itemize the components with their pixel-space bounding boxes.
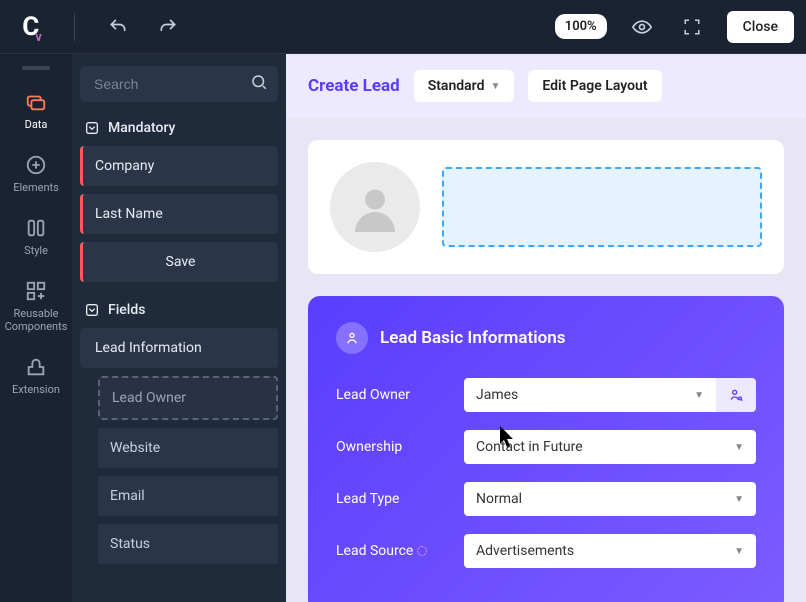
layout-select-value: Standard: [428, 78, 485, 94]
search-icon: [250, 73, 268, 95]
style-icon: [24, 216, 48, 240]
lead-basic-section: Lead Basic Informations Lead Owner James…: [308, 296, 784, 602]
input-lead-owner[interactable]: James ▼: [464, 378, 716, 412]
edit-layout-label: Edit Page Layout: [542, 78, 647, 94]
rail-label: Data: [25, 118, 48, 131]
side-panel: Mandatory Company Last Name Save Fields …: [72, 54, 286, 602]
label-lead-type: Lead Type: [336, 491, 446, 507]
extension-icon: [24, 355, 48, 379]
layout-select[interactable]: Standard ▼: [414, 70, 515, 102]
chevron-down-icon: ▼: [734, 442, 744, 453]
field-email[interactable]: Email: [98, 476, 278, 516]
input-value: James: [476, 387, 518, 403]
chevron-down-icon: ▼: [694, 390, 704, 401]
rail-handle: [22, 66, 50, 70]
input-value: Normal: [476, 491, 522, 507]
field-website[interactable]: Website: [98, 428, 278, 468]
label-ownership: Ownership: [336, 439, 446, 455]
rail-extension[interactable]: Extension: [0, 345, 72, 408]
rail-elements[interactable]: Elements: [0, 143, 72, 206]
mandatory-section-header[interactable]: Mandatory: [84, 120, 274, 136]
data-icon: [24, 90, 48, 114]
search-input[interactable]: [80, 66, 278, 102]
rail-label: Style: [24, 244, 48, 257]
edit-layout-button[interactable]: Edit Page Layout: [528, 70, 661, 102]
fields-section-header[interactable]: Fields: [84, 302, 274, 318]
close-button[interactable]: Close: [727, 11, 794, 43]
rail-label: Elements: [13, 181, 59, 194]
mandatory-field-lastname[interactable]: Last Name: [80, 194, 278, 234]
rail-label: Extension: [12, 383, 60, 396]
field-status[interactable]: Status: [98, 524, 278, 564]
header-card: [308, 140, 784, 274]
divider: [74, 13, 75, 41]
fullscreen-icon[interactable]: [681, 16, 703, 38]
input-lead-type[interactable]: Normal ▼: [464, 482, 756, 516]
save-button[interactable]: Save: [80, 242, 278, 282]
label-lead-source: Lead Source: [336, 543, 446, 559]
redo-button[interactable]: [157, 16, 179, 38]
canvas-header: Create Lead Standard ▼ Edit Page Layout: [286, 54, 806, 118]
page-title: Create Lead: [308, 76, 400, 96]
undo-button[interactable]: [107, 16, 129, 38]
app-logo: Cv: [12, 12, 56, 42]
avatar-placeholder[interactable]: [330, 162, 420, 252]
label-lead-owner: Lead Owner: [336, 387, 446, 403]
topbar: Cv 100% Close: [0, 0, 806, 54]
input-value: Contact in Future: [476, 439, 583, 455]
rail-style[interactable]: Style: [0, 206, 72, 269]
plus-circle-icon: [24, 153, 48, 177]
input-ownership[interactable]: Contact in Future ▼: [464, 430, 756, 464]
mandatory-field-company[interactable]: Company: [80, 146, 278, 186]
drop-zone[interactable]: [442, 167, 762, 247]
rail-reusable[interactable]: Reusable Components: [0, 269, 72, 345]
rail-data[interactable]: Data: [0, 80, 72, 143]
section-title: Lead Basic Informations: [380, 328, 565, 348]
preview-icon[interactable]: [631, 16, 653, 38]
input-lead-source[interactable]: Advertisements ▼: [464, 534, 756, 568]
person-icon: [336, 322, 368, 354]
section-label: Mandatory: [108, 120, 175, 136]
components-icon: [24, 279, 48, 303]
chevron-down-icon: ▼: [734, 494, 744, 505]
nav-rail: Data Elements Style Reusable Components …: [0, 54, 72, 602]
field-lead-owner[interactable]: Lead Owner: [98, 376, 278, 420]
chevron-down-icon: ▼: [734, 546, 744, 557]
lookup-button[interactable]: [716, 378, 756, 412]
field-group-lead-information[interactable]: Lead Information: [80, 328, 278, 368]
rail-label: Reusable Components: [0, 307, 72, 333]
zoom-level[interactable]: 100%: [555, 14, 607, 39]
chevron-down-icon: ▼: [490, 81, 500, 92]
input-value: Advertisements: [476, 543, 574, 559]
section-label: Fields: [108, 302, 145, 318]
canvas: Create Lead Standard ▼ Edit Page Layout: [286, 54, 806, 602]
